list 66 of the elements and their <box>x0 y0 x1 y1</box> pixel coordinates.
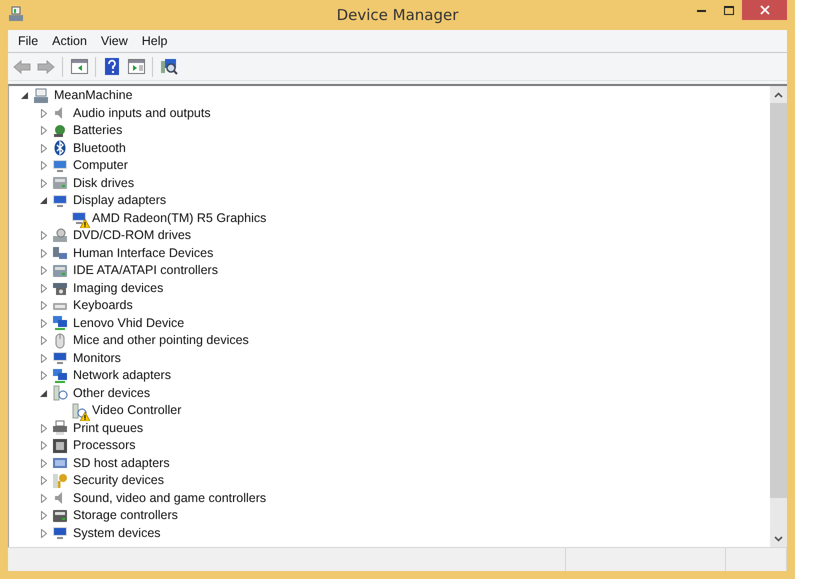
collapse-arrow-icon <box>21 92 28 100</box>
tree-item[interactable]: Video Controller <box>92 403 182 418</box>
display-adapter-icon <box>52 192 68 209</box>
menu-item[interactable]: Action <box>45 31 94 51</box>
tree-item[interactable]: Bluetooth <box>73 140 126 156</box>
monitor-icon <box>52 525 68 542</box>
tree-item[interactable]: Lenovo Vhid Device <box>73 316 184 331</box>
tree-item[interactable]: Security devices <box>73 473 164 488</box>
optical-drive-icon <box>52 228 68 244</box>
tree-item[interactable]: AMD Radeon(TM) R5 Graphics <box>92 210 266 226</box>
tree-item[interactable]: Storage controllers <box>73 508 178 524</box>
window-pane-icon <box>128 59 144 74</box>
tree-item[interactable]: Batteries <box>73 123 122 138</box>
processor-icon <box>52 438 68 454</box>
bluetooth-icon <box>52 140 68 156</box>
network-icon <box>52 315 68 332</box>
close-button[interactable] <box>742 0 787 20</box>
chevron-down-icon <box>774 536 783 542</box>
chevron-up-icon <box>774 92 783 98</box>
tree-item[interactable]: Computer <box>73 158 128 174</box>
scan-hardware-icon <box>160 58 178 75</box>
computer-icon <box>52 158 68 174</box>
forward-arrow-icon <box>37 60 55 74</box>
tree-item[interactable]: IDE ATA/ATAPI controllers <box>73 263 218 278</box>
tree-item[interactable]: Display adapters <box>73 193 166 208</box>
tree-item[interactable]: Disk drives <box>73 176 134 191</box>
tree-item[interactable]: Network adapters <box>73 368 171 384</box>
unknown-device-icon <box>52 385 68 402</box>
disk-drive-icon <box>52 175 68 192</box>
maximize-icon <box>724 6 734 14</box>
tree-item[interactable]: Monitors <box>73 350 121 366</box>
tree-item[interactable]: SD host adapters <box>73 456 170 471</box>
tree-item[interactable]: MeanMachine <box>54 88 133 104</box>
help-icon <box>105 58 119 75</box>
computer-icon <box>8 6 24 22</box>
controller-icon <box>52 262 68 279</box>
menu-item[interactable]: File <box>11 31 46 51</box>
storage-icon <box>52 508 68 524</box>
tree-item[interactable]: DVD/CD-ROM drives <box>73 228 192 244</box>
collapse-arrow-icon <box>40 197 47 204</box>
battery-icon <box>52 122 68 139</box>
tree-item[interactable]: Audio inputs and outputs <box>73 106 211 121</box>
monitor-icon <box>52 350 68 366</box>
window-title: Device Manager <box>336 6 458 24</box>
window-pane-icon <box>70 59 88 74</box>
network-icon <box>52 368 68 384</box>
tree-item[interactable]: Other devices <box>73 386 150 401</box>
menu-item[interactable]: View <box>94 31 135 51</box>
unknown-device-icon <box>71 402 87 419</box>
back-arrow-icon <box>13 60 31 74</box>
printer-icon <box>52 420 68 436</box>
tree-item[interactable]: System devices <box>73 526 161 541</box>
menu-item[interactable]: Help <box>134 31 174 51</box>
display-adapter-icon <box>71 210 87 226</box>
computer-icon <box>33 88 49 104</box>
tree-item[interactable]: Human Interface Devices <box>73 246 214 261</box>
camera-icon <box>52 280 68 296</box>
collapse-arrow-icon <box>40 390 47 397</box>
minimize-icon <box>697 8 706 12</box>
tree-item[interactable]: Mice and other pointing devices <box>73 333 249 348</box>
tree-item[interactable]: Processors <box>73 438 136 454</box>
tree-item[interactable]: Sound, video and game controllers <box>73 490 266 506</box>
tree-item[interactable]: Print queues <box>73 420 144 436</box>
tree-item[interactable]: Keyboards <box>73 298 133 314</box>
close-icon <box>760 5 770 15</box>
tree-item[interactable]: Imaging devices <box>73 280 164 296</box>
